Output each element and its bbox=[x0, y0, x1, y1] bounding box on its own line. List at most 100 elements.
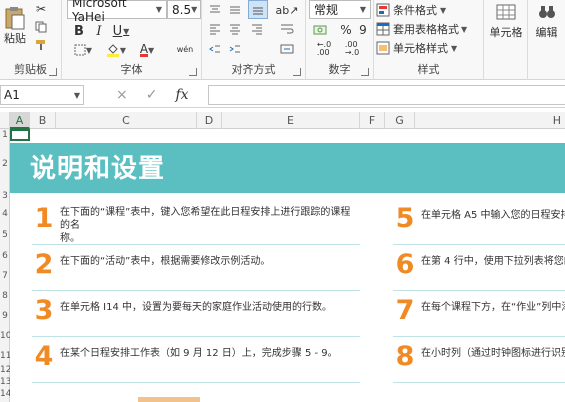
step-number: 3 bbox=[34, 295, 54, 326]
row-header[interactable]: 11 bbox=[0, 351, 11, 361]
chevron-down-icon: ▼ bbox=[451, 43, 458, 53]
step-item: 5 在单元格 A5 中输入您的日程安排 bbox=[393, 199, 565, 245]
decorative-bar bbox=[138, 397, 200, 402]
step-number: 4 bbox=[34, 341, 54, 372]
increase-indent-button[interactable] bbox=[226, 40, 244, 58]
cell-styles-button[interactable]: 单元格样式 ▼ bbox=[376, 39, 480, 57]
row-header[interactable]: 1 bbox=[0, 130, 10, 140]
row-header[interactable]: 3 bbox=[0, 191, 10, 201]
column-header[interactable]: E bbox=[222, 112, 360, 129]
column-header[interactable]: G bbox=[385, 112, 415, 129]
align-right-icon bbox=[252, 24, 262, 35]
bold-button[interactable]: B bbox=[70, 22, 88, 40]
step-item: 1 在下面的“课程”表中，键入您希望在此日程安排上进行跟踪的课程的名 称。 bbox=[32, 199, 360, 245]
bold-label: B bbox=[74, 23, 84, 39]
align-left-button[interactable] bbox=[206, 20, 224, 38]
row-header[interactable]: 14 bbox=[0, 389, 11, 399]
wrap-text-button[interactable] bbox=[274, 20, 300, 38]
formula-input[interactable] bbox=[208, 85, 565, 105]
row-header[interactable]: 7 bbox=[0, 271, 10, 281]
active-cell[interactable] bbox=[10, 129, 30, 141]
row-header[interactable]: 9 bbox=[0, 311, 10, 321]
row-header[interactable]: 10 bbox=[0, 331, 11, 341]
conditional-format-label: 条件格式 bbox=[393, 4, 437, 17]
cancel-icon[interactable]: × bbox=[116, 87, 128, 103]
row-header[interactable]: 6 bbox=[0, 251, 10, 261]
name-box[interactable]: A1 ▼ bbox=[0, 85, 84, 105]
row-header[interactable]: 8 bbox=[0, 291, 10, 301]
cells-button[interactable]: 单元格 bbox=[484, 2, 528, 42]
step-text: 在单元格 I14 中，设置为要每天的家庭作业活动使用的行数。 bbox=[60, 302, 333, 313]
step-text: 在第 4 行中，使用下拉列表将您的 bbox=[421, 256, 565, 267]
number-format-dropdown[interactable]: 常规 ▼ bbox=[309, 0, 371, 19]
cell-styles-icon bbox=[376, 41, 390, 55]
percent-label: % bbox=[340, 23, 352, 37]
font-name-dropdown[interactable]: Microsoft YaHei ▼ bbox=[67, 0, 167, 24]
clipboard-launcher-icon[interactable] bbox=[49, 68, 57, 76]
orientation-icon: ab↗ bbox=[275, 3, 299, 17]
column-header[interactable]: A bbox=[10, 112, 30, 129]
italic-button[interactable]: I bbox=[90, 22, 108, 40]
number-launcher-icon[interactable] bbox=[361, 68, 369, 76]
align-center-button[interactable] bbox=[226, 20, 244, 38]
underline-button[interactable]: U ▼ bbox=[110, 22, 132, 40]
column-header[interactable]: C bbox=[56, 112, 197, 129]
phonetic-button[interactable]: wén bbox=[170, 40, 200, 58]
accounting-format-button[interactable] bbox=[310, 22, 330, 38]
font-size-dropdown[interactable]: 8.5 ▼ bbox=[167, 0, 201, 19]
row-header[interactable]: 5 bbox=[0, 230, 10, 240]
column-header[interactable]: H bbox=[415, 112, 565, 129]
column-header[interactable]: D bbox=[197, 112, 222, 129]
name-box-value: A1 bbox=[4, 88, 20, 102]
font-color-button[interactable]: A ▼ bbox=[134, 42, 160, 58]
font-group: Microsoft YaHei ▼ 8.5 ▼ B I U ▼ ▼ ▼ A ▼ wén … bbox=[62, 0, 202, 80]
row-header[interactable]: 4 bbox=[0, 209, 10, 219]
format-as-table-button[interactable]: 套用表格格式 ▼ bbox=[376, 20, 482, 38]
cut-button[interactable]: ✂ bbox=[33, 2, 49, 16]
copy-button[interactable] bbox=[33, 20, 49, 34]
borders-button[interactable]: ▼ bbox=[70, 42, 96, 58]
chevron-down-icon: ▼ bbox=[440, 5, 447, 15]
paste-button[interactable]: 粘贴 bbox=[0, 2, 30, 50]
chevron-down-icon: ▼ bbox=[148, 45, 155, 55]
decrease-indent-button[interactable] bbox=[206, 40, 224, 58]
increase-decimal-button[interactable]: ←.0.00 bbox=[312, 40, 336, 58]
clipboard-group: 粘贴 ✂ 剪贴板 bbox=[0, 0, 62, 80]
merge-center-button[interactable] bbox=[274, 40, 300, 58]
align-right-button[interactable] bbox=[248, 20, 266, 38]
select-all-corner[interactable] bbox=[0, 112, 10, 129]
step-text: 在下面的“活动”表中，根据需要修改示例活动。 bbox=[60, 256, 271, 267]
insert-function-icon[interactable]: fx bbox=[175, 87, 188, 103]
font-color-icon: A bbox=[139, 43, 149, 57]
row-header[interactable]: 12 bbox=[0, 365, 11, 375]
worksheet[interactable]: 说明和设置 1 在下面的“课程”表中，键入您希望在此日程安排上进行跟踪的课程的名… bbox=[10, 129, 565, 402]
step-number: 7 bbox=[395, 295, 415, 326]
decrease-decimal-button[interactable]: .00 →.0 bbox=[340, 40, 364, 58]
fill-color-button[interactable]: ▼ bbox=[102, 42, 130, 58]
align-middle-button[interactable] bbox=[226, 1, 244, 19]
column-header[interactable]: F bbox=[360, 112, 385, 129]
chevron-down-icon: ▼ bbox=[123, 26, 130, 36]
align-left-icon bbox=[210, 24, 220, 35]
paste-label: 粘贴 bbox=[4, 32, 26, 45]
row-header[interactable]: 2 bbox=[0, 159, 10, 169]
font-launcher-icon[interactable] bbox=[189, 68, 197, 76]
conditional-format-button[interactable]: 条件格式 ▼ bbox=[376, 1, 480, 19]
formula-buttons: × ✓ fx bbox=[104, 85, 204, 105]
step-text: 在单元格 A5 中输入您的日程安排 bbox=[421, 210, 565, 221]
format-painter-button[interactable] bbox=[33, 38, 49, 52]
step-text: 在某个日程安排工作表（如 9 月 12 日）上，完成步骤 5 - 9。 bbox=[60, 348, 338, 359]
editing-label: 编辑 bbox=[535, 26, 558, 39]
align-bottom-button[interactable] bbox=[248, 0, 268, 19]
comma-style-button[interactable]: 9 bbox=[356, 22, 370, 38]
row-header[interactable]: 13 bbox=[0, 377, 11, 387]
orientation-button[interactable]: ab↗ bbox=[274, 1, 300, 19]
editing-button[interactable]: 编辑 bbox=[528, 2, 565, 42]
percent-button[interactable]: % bbox=[338, 22, 354, 38]
column-header[interactable]: B bbox=[30, 112, 56, 129]
enter-icon[interactable]: ✓ bbox=[146, 87, 158, 103]
ribbon: 粘贴 ✂ 剪贴板 Microsoft YaHei ▼ 8.5 ▼ B I U ▼ ▼ … bbox=[0, 0, 565, 80]
chevron-down-icon: ▼ bbox=[191, 5, 198, 14]
align-top-button[interactable] bbox=[206, 1, 224, 19]
alignment-launcher-icon[interactable] bbox=[293, 68, 301, 76]
